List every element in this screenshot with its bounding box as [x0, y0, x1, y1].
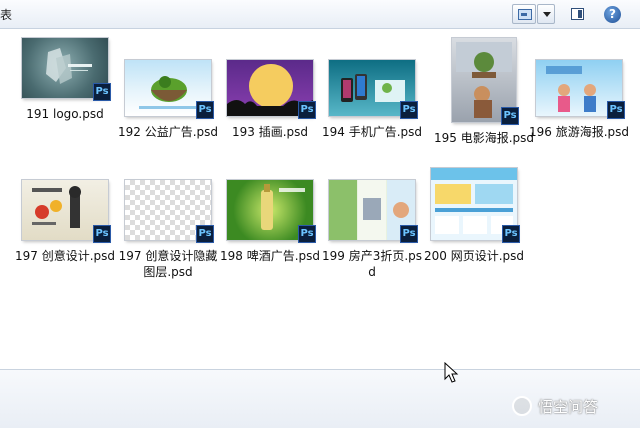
file-item[interactable]: Ps 197 创意设计隐藏图层.psd — [115, 180, 221, 280]
psd-thumbnail: Ps — [227, 180, 316, 243]
psd-thumbnail: Ps — [22, 38, 111, 101]
watermark-text: 悟空问答 — [538, 398, 599, 416]
preview-pane-button[interactable] — [565, 4, 589, 24]
command-bar: 表 ? — [0, 0, 640, 29]
photoshop-file-icon: Ps — [400, 225, 418, 243]
psd-thumbnail: Ps — [329, 180, 418, 243]
psd-thumbnail: Ps — [431, 168, 520, 243]
file-list: Ps 191 logo.psd Ps 192 公益广告.psd Ps 193 插… — [0, 29, 640, 370]
photoshop-file-icon: Ps — [298, 225, 316, 243]
file-name: 200 网页设计.psd — [423, 249, 525, 263]
photoshop-file-icon: Ps — [400, 101, 418, 119]
photoshop-file-icon: Ps — [93, 83, 111, 101]
psd-thumbnail: Ps — [227, 60, 316, 119]
help-icon: ? — [604, 6, 621, 23]
change-view-icon — [518, 9, 532, 20]
file-name: 197 创意设计隐藏图层.psd — [118, 249, 218, 279]
photoshop-file-icon: Ps — [501, 107, 519, 125]
file-name: 192 公益广告.psd — [117, 125, 219, 139]
file-item[interactable]: Ps 193 插画.psd — [217, 60, 323, 140]
photoshop-file-icon: Ps — [502, 225, 520, 243]
file-item[interactable]: Ps 192 公益广告.psd — [115, 60, 221, 140]
photoshop-file-icon: Ps — [607, 101, 625, 119]
file-item[interactable]: Ps 195 电影海报.psd — [431, 38, 537, 146]
photoshop-file-icon: Ps — [196, 101, 214, 119]
file-item[interactable]: Ps 194 手机广告.psd — [319, 60, 425, 140]
photoshop-file-icon: Ps — [93, 225, 111, 243]
photoshop-file-icon: Ps — [298, 101, 316, 119]
file-item[interactable]: Ps 191 logo.psd — [12, 38, 118, 122]
toolbar-clipped-label: 表 — [0, 8, 13, 22]
help-button[interactable]: ? — [600, 4, 624, 24]
file-item[interactable]: Ps 196 旅游海报.psd — [526, 60, 632, 140]
file-item[interactable]: Ps 200 网页设计.psd — [421, 168, 527, 264]
psd-thumbnail: Ps — [125, 60, 214, 119]
file-name: 191 logo.psd — [26, 107, 104, 121]
file-name: 198 啤酒广告.psd — [219, 249, 321, 263]
file-item[interactable]: Ps 198 啤酒广告.psd — [217, 180, 323, 264]
view-options-dropdown[interactable] — [537, 4, 555, 24]
chevron-down-icon — [543, 12, 551, 17]
wukong-logo-icon — [512, 396, 532, 416]
preview-pane-icon — [571, 8, 584, 20]
file-name: 199 房产3折页.psd — [321, 249, 423, 279]
file-name: 197 创意设计.psd — [14, 249, 116, 263]
psd-thumbnail: Ps — [125, 180, 214, 243]
psd-thumbnail: Ps — [329, 60, 418, 119]
psd-thumbnail: Ps — [536, 60, 625, 119]
mouse-cursor-icon — [444, 362, 459, 383]
file-name: 196 旅游海报.psd — [528, 125, 630, 139]
file-name: 195 电影海报.psd — [433, 131, 535, 145]
file-item[interactable]: Ps 199 房产3折页.psd — [319, 180, 425, 280]
file-name: 193 插画.psd — [231, 125, 309, 139]
psd-thumbnail: Ps — [22, 180, 111, 243]
file-name: 194 手机广告.psd — [321, 125, 423, 139]
psd-thumbnail: Ps — [452, 38, 519, 125]
file-item[interactable]: Ps 197 创意设计.psd — [12, 180, 118, 264]
change-view-button[interactable] — [512, 4, 536, 24]
photoshop-file-icon: Ps — [196, 225, 214, 243]
